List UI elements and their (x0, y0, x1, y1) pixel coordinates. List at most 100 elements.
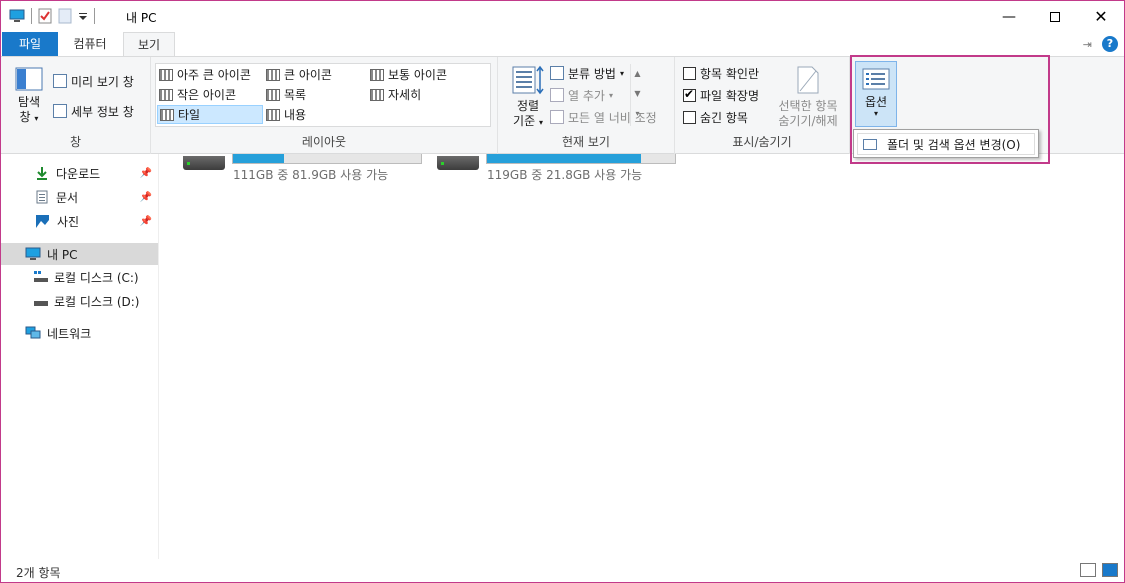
list-icon (266, 88, 280, 101)
sort-by-label-1: 정렬 (516, 99, 540, 113)
customize-arrow-icon[interactable] (78, 11, 88, 21)
extra-large-icons-icon (159, 68, 173, 81)
navigation-pane-button[interactable]: 탐색 창 ▾ (9, 67, 49, 126)
layout-small-icons[interactable]: 작은 아이콘 (159, 85, 236, 104)
new-folder-icon[interactable] (58, 8, 72, 24)
pin-icon[interactable]: 📌 (140, 192, 152, 203)
pin-icon[interactable]: 📌 (140, 168, 152, 179)
window-title: 내 PC (126, 11, 157, 25)
item-checkboxes-checkbox[interactable] (683, 66, 696, 80)
nav-item-documents[interactable]: 문서 📌 (1, 186, 158, 208)
tiles-icon (160, 108, 174, 121)
hide-selected-button[interactable]: 선택한 항목 숨기기/해제 (773, 65, 843, 129)
minimize-button[interactable]: — (986, 1, 1032, 32)
nav-item-downloads[interactable]: 다운로드 📌 (1, 162, 158, 184)
ribbon-tabs: 파일 컴퓨터 보기 ⇥ ? (1, 32, 1124, 57)
item-checkboxes-toggle[interactable]: 항목 확인란 (683, 63, 759, 83)
pc-icon[interactable] (9, 9, 25, 23)
nav-item-network[interactable]: 네트워크 (1, 322, 158, 344)
layout-tiles[interactable]: 타일 (157, 105, 263, 124)
properties-icon[interactable] (38, 8, 52, 24)
layout-label: 아주 큰 아이콘 (177, 68, 251, 82)
help-area: ⇥ ? (1083, 36, 1118, 52)
small-icons-icon (159, 88, 173, 101)
sort-by-icon (512, 65, 544, 95)
pictures-icon (36, 214, 49, 228)
navigation-pane-label-2: 창 (19, 110, 31, 124)
size-columns-icon (550, 110, 564, 124)
layout-label: 큰 아이콘 (284, 68, 332, 82)
file-extensions-checkbox[interactable] (683, 87, 696, 102)
dropdown-arrow-icon: ▾ (538, 118, 543, 127)
folder-options-icon (863, 138, 877, 150)
drive-free-space: 111GB 중 81.9GB 사용 가능 (233, 168, 389, 182)
nav-item-local-disk-c[interactable]: 로컬 디스크 (C:) (1, 266, 158, 288)
size-all-columns-button[interactable]: 모든 열 너비 조정 (550, 107, 657, 127)
layout-label: 타일 (178, 108, 201, 122)
quick-access-toolbar (9, 8, 95, 24)
layout-label: 보통 아이콘 (388, 68, 448, 82)
item-checkboxes-label: 항목 확인란 (700, 66, 760, 81)
title-bar: 내 PC — ✕ (1, 1, 1124, 32)
pin-icon[interactable]: 📌 (140, 216, 152, 227)
content-icon (266, 108, 280, 121)
layout-details[interactable]: 자세히 (370, 85, 421, 104)
tab-file[interactable]: 파일 (2, 32, 58, 56)
details-pane-button[interactable]: 세부 정보 창 (53, 101, 134, 121)
add-columns-label: 열 추가 (568, 88, 605, 103)
large-icons-view-toggle-icon[interactable] (1102, 563, 1118, 577)
options-dropdown-menu: 폴더 및 검색 옵션 변경(O) (853, 129, 1039, 158)
nav-item-this-pc[interactable]: 내 PC (1, 243, 158, 265)
dropdown-arrow-icon: ▾ (619, 68, 624, 78)
nav-item-local-disk-d[interactable]: 로컬 디스크 (D:) (1, 290, 158, 312)
dropdown-arrow-icon: ▾ (34, 114, 39, 123)
group-label-current-view: 현재 보기 (562, 135, 610, 149)
tab-computer[interactable]: 컴퓨터 (59, 32, 121, 56)
preview-pane-icon (53, 74, 67, 88)
hidden-items-toggle[interactable]: 숨긴 항목 (683, 107, 748, 127)
navigation-pane: 다운로드 📌 문서 📌 사진 📌 내 PC 로컬 디스크 (C:) 로컬 디스크… (1, 154, 159, 559)
tab-view[interactable]: 보기 (123, 32, 175, 57)
maximize-icon (1050, 11, 1060, 22)
nav-item-label: 문서 (56, 190, 79, 205)
help-icon[interactable]: ? (1102, 36, 1118, 52)
hide-selected-label-1: 선택한 항목 (778, 99, 838, 113)
layout-large-icons[interactable]: 큰 아이콘 (266, 65, 332, 84)
qat-separator (31, 8, 32, 24)
options-button[interactable]: 옵션 ▾ (855, 61, 897, 127)
nav-item-pictures[interactable]: 사진 📌 (1, 210, 158, 232)
nav-item-label: 로컬 디스크 (D:) (54, 294, 140, 309)
large-icons-icon (266, 68, 280, 81)
group-label-layout: 레이아웃 (301, 135, 347, 149)
sort-by-button[interactable]: 정렬 기준 ▾ (506, 65, 550, 130)
file-extensions-toggle[interactable]: 파일 확장명 (683, 85, 759, 105)
hide-selected-icon (797, 66, 819, 94)
maximize-button[interactable] (1032, 1, 1078, 32)
hidden-items-checkbox[interactable] (683, 110, 696, 124)
details-view-toggle-icon[interactable] (1080, 563, 1096, 577)
layout-label: 작은 아이콘 (177, 88, 237, 102)
drive-free-space: 119GB 중 21.8GB 사용 가능 (487, 168, 643, 182)
preview-pane-button[interactable]: 미리 보기 창 (53, 71, 134, 91)
folder-search-options-menu-item[interactable]: 폴더 및 검색 옵션 변경(O) (857, 133, 1035, 155)
pin-ribbon-icon[interactable]: ⇥ (1083, 38, 1092, 51)
add-columns-button[interactable]: 열 추가 ▾ (550, 85, 613, 105)
close-icon: ✕ (1094, 7, 1108, 26)
drive-usage-bar (486, 154, 676, 164)
close-button[interactable]: ✕ (1078, 1, 1124, 32)
preview-pane-label: 미리 보기 창 (71, 74, 134, 89)
group-by-button[interactable]: 분류 방법 ▾ (550, 63, 624, 83)
drive-tile-d[interactable]: 119GB 중 21.8GB 사용 가능 (437, 154, 837, 188)
nav-item-label: 로컬 디스크 (C:) (54, 270, 139, 285)
layout-medium-icons[interactable]: 보통 아이콘 (370, 65, 447, 84)
qat-separator (94, 8, 95, 24)
file-extensions-label: 파일 확장명 (700, 88, 760, 103)
group-by-label: 분류 방법 (568, 66, 616, 81)
status-bar: 2개 항목 (1, 560, 1124, 582)
dropdown-arrow-icon: ▾ (873, 109, 878, 118)
layout-list[interactable]: 목록 (266, 85, 306, 104)
layout-extra-large-icons[interactable]: 아주 큰 아이콘 (159, 65, 251, 84)
explorer-window: 내 PC — ✕ 파일 컴퓨터 보기 ⇥ ? 탐색 창 ▾ 미리 보기 창 세부… (0, 0, 1125, 583)
downloads-icon (37, 167, 47, 180)
layout-content[interactable]: 내용 (266, 105, 306, 124)
